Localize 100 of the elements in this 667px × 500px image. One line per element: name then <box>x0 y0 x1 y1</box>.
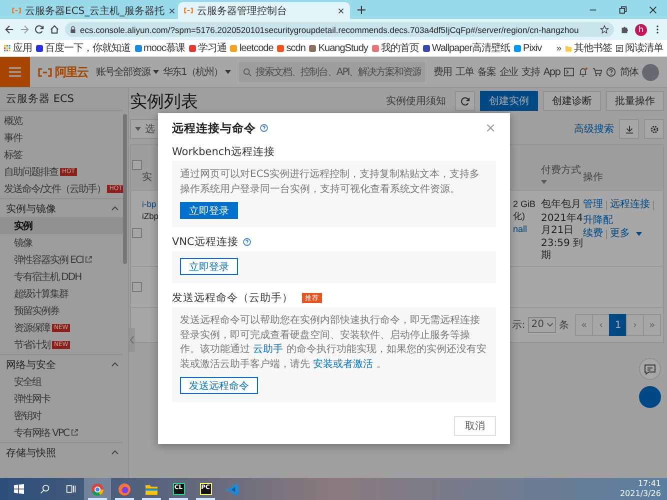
login-button[interactable]: 发送远程命令 <box>180 377 258 394</box>
instance-id-link[interactable]: i-bp <box>142 199 156 210</box>
column-header[interactable]: 付费方式 <box>541 164 581 177</box>
more-bookmarks-button[interactable]: » <box>556 43 561 53</box>
sidebar-group[interactable]: 存储与快照 <box>0 444 123 461</box>
close-icon[interactable] <box>649 6 657 14</box>
page-button[interactable]: › <box>626 314 644 336</box>
bookmark[interactable]: KuangStudy <box>309 42 368 54</box>
sidebar-item[interactable]: 镜像 <box>0 234 123 251</box>
restore-icon[interactable] <box>619 6 627 14</box>
action-button[interactable]: 创建实例 <box>480 91 538 111</box>
home-icon[interactable] <box>50 25 59 34</box>
action-button[interactable]: 批量操作 <box>606 91 664 111</box>
action-link[interactable]: 升降配 <box>583 214 613 227</box>
browser-tab[interactable]: 云服务器管理控制台 <box>178 2 350 19</box>
sidebar-group[interactable]: 网络与安全 <box>0 356 123 373</box>
nav-link[interactable]: 支持 <box>521 65 540 79</box>
download-button[interactable] <box>619 119 639 139</box>
page-size-select[interactable]: 20 <box>528 317 556 333</box>
sidebar-item[interactable]: 事件 <box>0 129 123 146</box>
windows-start-icon[interactable] <box>14 484 24 494</box>
sidebar-item[interactable]: 专有网络 VPC <box>0 424 123 441</box>
bookmark[interactable]: scdn <box>277 42 306 54</box>
close-icon[interactable] <box>338 8 344 14</box>
menu-button[interactable] <box>0 57 30 87</box>
close-button[interactable]: × <box>485 120 496 136</box>
refresh-button[interactable] <box>455 91 475 111</box>
action-link[interactable]: 续费 <box>583 228 603 240</box>
sidebar-item[interactable]: 概览 <box>0 112 123 129</box>
back-icon[interactable] <box>5 25 14 34</box>
task-view-icon[interactable] <box>66 484 76 494</box>
nav-link[interactable]: 企业 <box>499 65 518 79</box>
sidebar-item[interactable]: 超级计算集群 <box>0 285 123 302</box>
page-button[interactable]: « <box>575 314 593 336</box>
clock-date[interactable]: 2021/3/26 <box>620 489 661 499</box>
link[interactable]: 云助手 <box>253 344 284 355</box>
sidebar-item[interactable]: 弹性网卡 <box>0 390 123 407</box>
sort-icon[interactable] <box>541 180 547 184</box>
collapse-handle[interactable] <box>129 328 135 352</box>
chat-button[interactable] <box>639 358 661 380</box>
page-button[interactable]: ‹ <box>592 314 610 336</box>
notice-link[interactable]: 实例使用须知 <box>386 94 446 108</box>
account-scope-dropdown[interactable]: 账号全部资源 <box>96 65 159 79</box>
checkbox[interactable] <box>132 228 142 238</box>
browser-tab[interactable]: 云服务器ECS_云主机_服务器托 <box>6 2 178 19</box>
cancel-button[interactable]: 取消 <box>454 416 496 436</box>
nav-link[interactable]: 工单 <box>455 65 474 79</box>
action-link[interactable]: 更多 <box>610 228 630 240</box>
nav-link[interactable]: 备案 <box>477 65 496 79</box>
star-icon[interactable] <box>600 25 609 34</box>
taskbar-button[interactable] <box>84 478 111 500</box>
sidebar-group[interactable]: 实例与镜像 <box>0 200 123 217</box>
caret-icon[interactable] <box>636 232 642 236</box>
settings-button[interactable] <box>644 119 664 139</box>
reload-icon[interactable] <box>35 25 44 34</box>
login-button[interactable]: 立即登录 <box>180 202 238 219</box>
bookmark[interactable]: 我的首页 <box>372 41 419 55</box>
logo[interactable]: 阿里云 <box>34 64 92 80</box>
link[interactable]: 安装或者激活 <box>313 358 374 370</box>
address-field[interactable]: ecs.console.aliyun.com/?spm=5176.2020520101securitygroupdetail.recommends.decs.703a4df5IjCqFp#/server/region/cn-hangzhou <box>65 22 614 37</box>
bookmark[interactable]: leetcode <box>230 42 274 54</box>
new-tab-button[interactable]: + <box>350 2 373 19</box>
sidebar-item[interactable]: 弹性容器实例 ECI <box>0 251 123 268</box>
bookmark[interactable]: 应用 <box>4 41 32 55</box>
close-icon[interactable] <box>168 8 175 14</box>
help-icon[interactable] <box>606 67 616 77</box>
sidebar-item[interactable]: 安全组 <box>0 373 123 390</box>
sidebar-item[interactable]: 密钥对 <box>0 407 123 424</box>
language-link[interactable]: 简体 <box>620 65 638 79</box>
clock-time[interactable]: 17:41 <box>638 479 661 489</box>
checkbox[interactable] <box>132 282 142 292</box>
action-button[interactable]: 创建诊断 <box>543 91 601 111</box>
spec-link[interactable]: nall <box>513 224 528 235</box>
page-button[interactable]: 1 <box>609 314 627 336</box>
bookmark[interactable]: mooc慕课 <box>134 41 185 55</box>
action-link[interactable]: 远程连接 <box>610 199 650 212</box>
profile-avatar[interactable]: h <box>635 24 647 36</box>
puzzle-icon[interactable] <box>620 25 629 34</box>
bookmark[interactable]: Wallpaper高清壁纸 <box>422 41 510 55</box>
help-icon[interactable] <box>243 238 252 246</box>
sidebar-item[interactable]: 标签 <box>0 146 123 163</box>
login-button[interactable]: 立即登录 <box>180 258 238 275</box>
bookmark[interactable]: 百度一下，你就知道 <box>36 41 130 55</box>
sidebar-item[interactable]: 专有宿主机 DDH <box>0 268 123 285</box>
nav-link[interactable]: App <box>543 66 560 78</box>
help-float-button[interactable] <box>639 386 661 408</box>
nav-link[interactable]: 费用 <box>433 65 452 79</box>
terminal-icon[interactable] <box>564 67 574 77</box>
reading-list-button[interactable]: 阅读清单 <box>616 41 663 55</box>
region-dropdown[interactable]: 华东1（杭州） <box>163 65 232 79</box>
bookmark[interactable]: Pixiv <box>514 42 542 54</box>
search-icon[interactable] <box>40 484 50 494</box>
sidebar-item[interactable]: 预留实例券 <box>0 302 123 319</box>
bookmark[interactable]: 学习通 <box>188 41 226 55</box>
bookmark-folder[interactable]: 其他书签 <box>565 41 612 55</box>
checkbox[interactable] <box>132 160 142 170</box>
bell-icon[interactable] <box>578 67 588 77</box>
cart-icon[interactable] <box>592 67 602 77</box>
advanced-search-link[interactable]: 高级搜索 <box>574 122 614 136</box>
help-icon[interactable] <box>260 124 268 132</box>
